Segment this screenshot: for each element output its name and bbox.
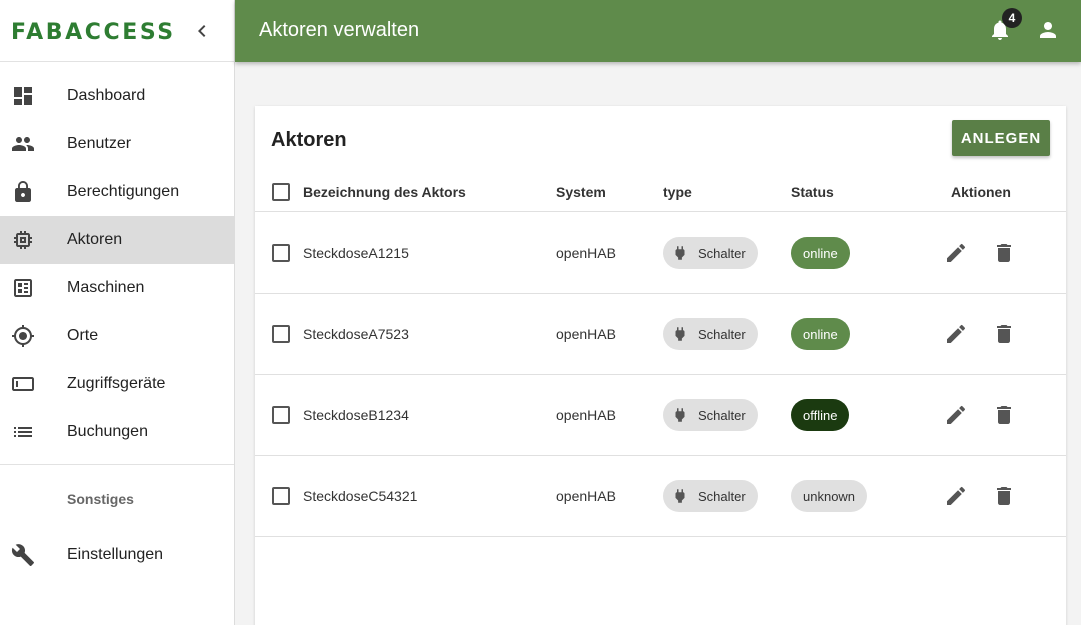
type-label: Schalter bbox=[698, 245, 746, 261]
row-checkbox[interactable] bbox=[272, 244, 290, 262]
actor-system: openHAB bbox=[556, 407, 616, 423]
wrench-icon bbox=[11, 544, 34, 566]
actor-system: openHAB bbox=[556, 488, 616, 504]
sidebar-item-benutzer[interactable]: Benutzer bbox=[0, 120, 234, 168]
table-row: SteckdoseA1215 openHAB Schalter online bbox=[255, 213, 1066, 294]
delete-icon[interactable] bbox=[992, 241, 1016, 265]
sidebar: FABACCESS Dashboard Benutzer Berechtigun… bbox=[0, 0, 235, 625]
chevron-left-icon bbox=[198, 25, 206, 37]
type-chip: Schalter bbox=[663, 318, 758, 350]
chip-icon bbox=[14, 231, 32, 249]
type-chip: Schalter bbox=[663, 237, 758, 269]
sidebar-item-label: Berechtigungen bbox=[67, 183, 180, 200]
actor-name: SteckdoseA1215 bbox=[303, 245, 409, 261]
sidebar-item-label: Maschinen bbox=[67, 279, 145, 296]
actor-system: openHAB bbox=[556, 245, 616, 261]
edit-icon[interactable] bbox=[944, 322, 968, 346]
sidebar-item-zugriffsgeraete[interactable]: Zugriffsgeräte bbox=[0, 360, 234, 408]
aktoren-card: Aktoren Anlegen Bezeichnung des Aktors S… bbox=[255, 106, 1066, 625]
sidebar-item-label: Einstellungen bbox=[67, 546, 164, 563]
actor-system: openHAB bbox=[556, 326, 616, 342]
type-chip: Schalter bbox=[663, 480, 758, 512]
status-chip: online bbox=[791, 237, 850, 269]
create-button[interactable]: Anlegen bbox=[952, 120, 1050, 156]
sidebar-nav: Dashboard Benutzer Berechtigungen Aktore… bbox=[0, 62, 234, 456]
column-header-type: type bbox=[663, 184, 692, 200]
row-checkbox[interactable] bbox=[272, 487, 290, 505]
sidebar-item-einstellungen[interactable]: Einstellungen bbox=[0, 531, 234, 579]
column-header-actions: Aktionen bbox=[951, 184, 1011, 200]
table-row: SteckdoseA7523 openHAB Schalter online bbox=[255, 294, 1066, 375]
sidebar-item-orte[interactable]: Orte bbox=[0, 312, 234, 360]
actor-name: SteckdoseA7523 bbox=[303, 326, 409, 342]
table-row: SteckdoseB1234 openHAB Schalter offline bbox=[255, 375, 1066, 456]
edit-icon[interactable] bbox=[944, 403, 968, 427]
brand-header: FABACCESS bbox=[0, 0, 234, 62]
status-chip: online bbox=[791, 318, 850, 350]
list-icon bbox=[14, 427, 32, 437]
plug-icon bbox=[675, 327, 685, 341]
page-title: Aktoren verwalten bbox=[259, 19, 420, 41]
delete-icon[interactable] bbox=[992, 322, 1016, 346]
collapse-sidebar-button[interactable] bbox=[190, 19, 214, 43]
plug-icon bbox=[675, 489, 685, 503]
select-all-checkbox[interactable] bbox=[272, 183, 290, 201]
account-icon[interactable] bbox=[1036, 18, 1060, 42]
sidebar-item-label: Orte bbox=[67, 327, 99, 344]
sidebar-item-label: Benutzer bbox=[67, 135, 132, 152]
notification-badge: 4 bbox=[1002, 8, 1022, 28]
people-icon bbox=[12, 137, 34, 151]
row-checkbox[interactable] bbox=[272, 325, 290, 343]
delete-icon[interactable] bbox=[992, 403, 1016, 427]
column-header-name: Bezeichnung des Aktors bbox=[303, 184, 466, 200]
svg-text:FABACCESS: FABACCESS bbox=[11, 20, 176, 42]
actor-name: SteckdoseB1234 bbox=[303, 407, 409, 423]
delete-icon[interactable] bbox=[992, 484, 1016, 508]
sidebar-item-berechtigungen[interactable]: Berechtigungen bbox=[0, 168, 234, 216]
sidebar-item-dashboard[interactable]: Dashboard bbox=[0, 72, 234, 120]
plug-icon bbox=[675, 246, 685, 260]
machine-icon bbox=[14, 279, 32, 297]
plug-icon bbox=[675, 408, 685, 422]
status-chip: unknown bbox=[791, 480, 868, 512]
lock-icon bbox=[15, 181, 31, 202]
column-header-status: Status bbox=[791, 184, 834, 200]
card-title: Aktoren bbox=[271, 129, 347, 151]
top-app-bar: Aktoren verwalten 4 bbox=[235, 0, 1081, 62]
type-label: Schalter bbox=[698, 326, 746, 342]
sidebar-item-label: Dashboard bbox=[67, 87, 146, 104]
sidebar-item-label: Aktoren bbox=[67, 231, 123, 248]
type-chip: Schalter bbox=[663, 399, 758, 431]
type-label: Schalter bbox=[698, 407, 746, 423]
table-header: Bezeichnung des Aktors System type Statu… bbox=[255, 172, 1066, 212]
dashboard-icon bbox=[14, 87, 32, 105]
section-label: Sonstiges bbox=[67, 491, 134, 507]
sidebar-item-label: Zugriffsgeräte bbox=[67, 375, 166, 392]
sidebar-item-aktoren[interactable]: Aktoren bbox=[0, 216, 234, 264]
actor-name: SteckdoseC54321 bbox=[303, 488, 418, 504]
row-checkbox[interactable] bbox=[272, 406, 290, 424]
table-row: SteckdoseC54321 openHAB Schalter unknown bbox=[255, 456, 1066, 537]
edit-icon[interactable] bbox=[944, 241, 968, 265]
column-header-system: System bbox=[556, 184, 606, 200]
sidebar-item-maschinen[interactable]: Maschinen bbox=[0, 264, 234, 312]
type-label: Schalter bbox=[698, 488, 746, 504]
fabaccess-logo: FABACCESS bbox=[11, 20, 176, 42]
location-icon bbox=[12, 325, 34, 347]
sidebar-item-buchungen[interactable]: Buchungen bbox=[0, 408, 234, 456]
sidebar-section-header: Sonstiges bbox=[0, 465, 234, 531]
device-icon bbox=[12, 377, 34, 391]
status-chip: offline bbox=[791, 399, 850, 431]
sidebar-item-label: Buchungen bbox=[67, 423, 148, 440]
edit-icon[interactable] bbox=[944, 484, 968, 508]
